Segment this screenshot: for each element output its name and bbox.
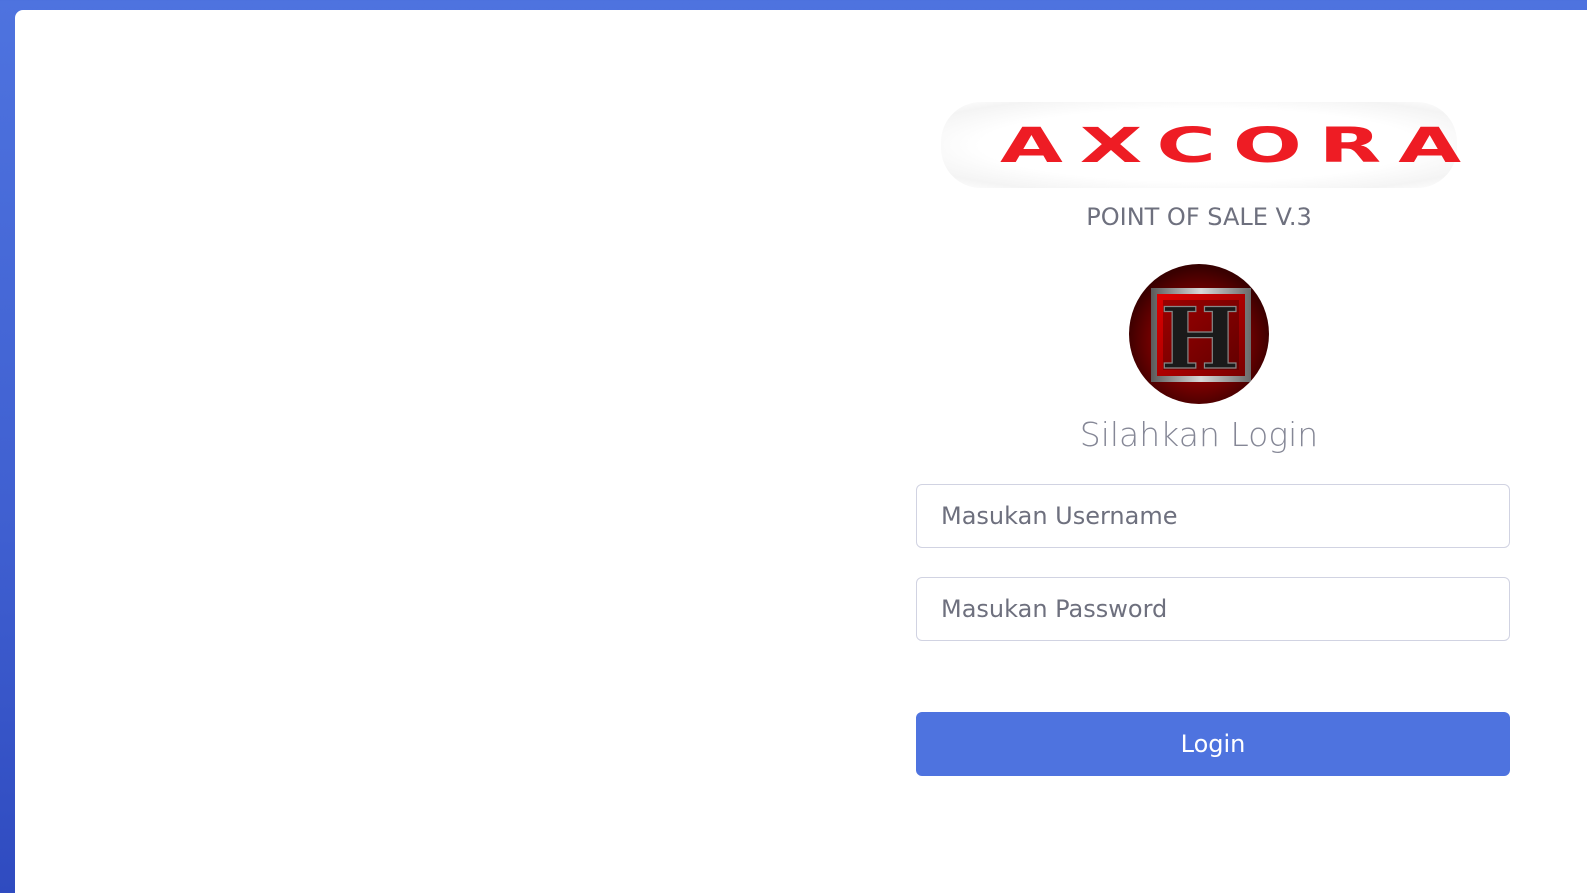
username-input[interactable] xyxy=(916,484,1510,548)
login-heading: Silahkan Login xyxy=(1079,415,1319,454)
brand-logo: AXCORA xyxy=(941,102,1468,188)
app-subtitle: POINT OF SALE V.3 xyxy=(1086,203,1312,231)
h-logo-icon: H xyxy=(1151,288,1251,389)
axcora-logo-icon: AXCORA xyxy=(1000,122,1478,164)
avatar: H xyxy=(1129,264,1269,404)
avatar-letter: H xyxy=(1160,289,1239,388)
brand-logo-text: AXCORA xyxy=(1000,122,1478,164)
login-panel: AXCORA POINT OF SALE V.3 H Silahkan Logi… xyxy=(901,10,1510,893)
login-button[interactable]: Login xyxy=(916,712,1510,776)
login-card: AXCORA POINT OF SALE V.3 H Silahkan Logi… xyxy=(15,10,1587,893)
password-input[interactable] xyxy=(916,577,1510,641)
